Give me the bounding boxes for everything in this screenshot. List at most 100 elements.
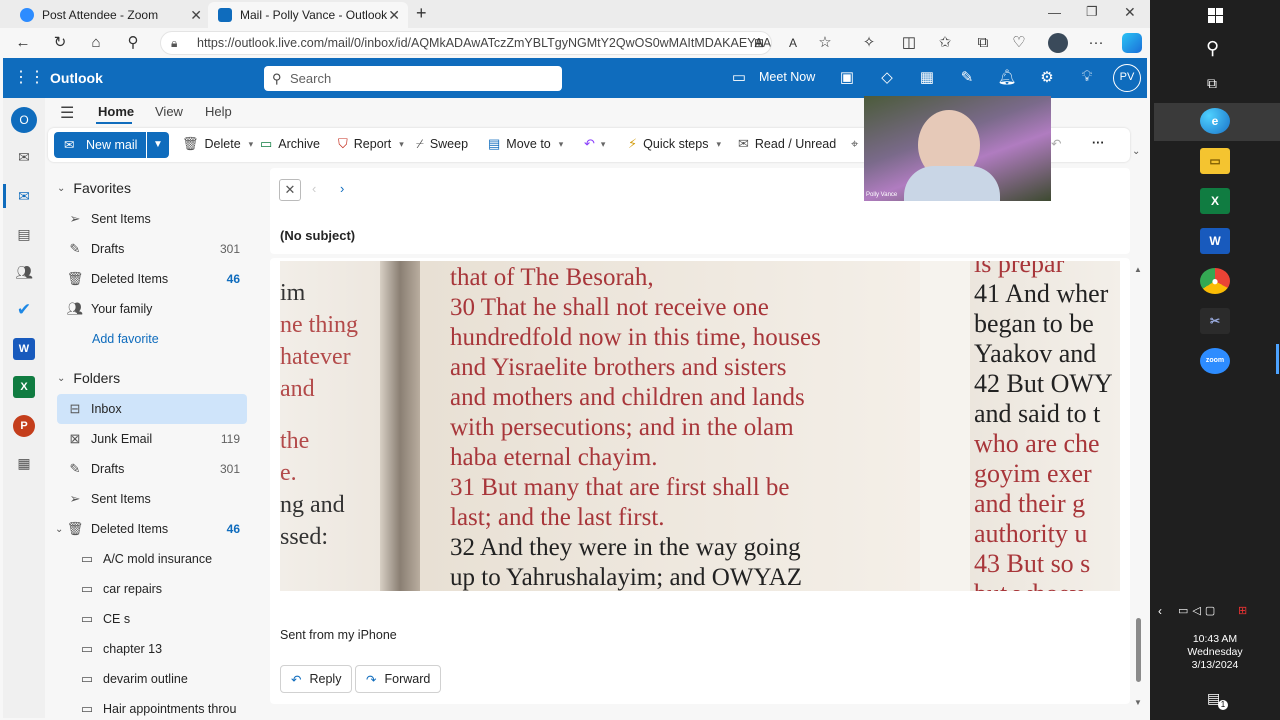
subfolder-item[interactable]: ▭ chapter 13 [77,634,246,664]
scroll-up-arrow[interactable]: ▲ [1134,265,1142,274]
ribbon-collapse-icon[interactable]: ⌄ [1132,146,1140,157]
close-window-button[interactable]: ✕ [1124,4,1136,21]
todo-check-icon[interactable]: ✔ [13,299,35,321]
tab-home[interactable]: Home [98,104,134,119]
app-available-icon[interactable]: ⊞ [748,32,770,54]
home-icon[interactable]: ⌂ [85,32,107,54]
excel-icon[interactable]: X [1200,188,1230,214]
excel-icon[interactable]: X [13,376,35,398]
folder-drafts[interactable]: ✎ Drafts 301 [65,454,246,484]
next-message-icon[interactable]: › [340,181,344,196]
add-favorite-link[interactable]: Add favorite [92,324,242,354]
folder-junk-email[interactable]: ⊠ Junk Email 119 [65,424,246,454]
minimize-button[interactable]: — [1048,5,1061,20]
premium-diamond-icon[interactable]: ◇ [877,68,897,86]
favorite-deleted-items[interactable]: 🗑︎ Deleted Items 46 [65,264,246,294]
undo-button[interactable]: ↶ [1051,136,1061,151]
search-icon[interactable]: ⚲ [1206,38,1219,59]
tag-button[interactable]: ⌖ [851,136,864,152]
folders-header[interactable]: ⌄ Folders [57,370,120,386]
favorites-icon[interactable]: ✩ [934,32,956,54]
scrollbar-thumb[interactable] [1136,618,1141,682]
quick-steps-button[interactable]: ⚡︎ Quick steps ▾ [628,136,721,152]
reply-button[interactable]: ↶ Reply [280,665,353,693]
edge-icon[interactable]: e [1200,108,1230,134]
favorite-your-family[interactable]: 👥︎ Your family [65,294,246,324]
new-outlook-icon[interactable]: ✉ [13,146,35,168]
subfolder-item[interactable]: ▭ A/C mold insurance [77,544,246,574]
more-options-button[interactable]: ··· [1092,136,1105,150]
subfolder-item[interactable]: ▭ Hair appointments throu [77,694,246,720]
outlook-logo-icon[interactable]: O [11,107,37,133]
system-tray-icons[interactable]: ▭◁▢ [1178,604,1219,617]
favorite-star-icon[interactable]: ☆ [814,32,836,54]
office-apps-icon[interactable]: ▦ [917,68,937,86]
extensions-icon[interactable]: ✧ [858,32,880,54]
app-launcher-icon[interactable]: ⋮⋮ [13,67,45,87]
previous-message-icon[interactable]: ‹ [312,181,316,196]
network-alert-icon[interactable]: ⊞ [1238,604,1247,617]
move-to-button[interactable]: ▤ Move to ▾ [488,136,563,152]
hamburger-menu-icon[interactable]: ☰ [60,103,74,123]
subfolder-item[interactable]: ▭ devarim outline [77,664,246,694]
tab-zoom[interactable]: Post Attendee - Zoom ✕ [10,2,210,28]
refresh-icon[interactable]: ↻ [49,32,71,54]
more-icon[interactable]: ··· [1085,32,1107,54]
show-hidden-icons[interactable]: ‹ [1158,604,1162,618]
folder-deleted-items[interactable]: ⌄ 🗑︎ Deleted Items 46 [55,514,246,544]
favorites-header[interactable]: ⌄ Favorites [57,180,131,196]
favorite-drafts[interactable]: ✎ Drafts 301 [65,234,246,264]
calendar-icon[interactable]: ▤ [13,223,35,245]
tips-lightbulb-icon[interactable]: 💡︎ [1077,68,1097,85]
mail-icon[interactable]: ✉ [13,185,35,207]
word-icon[interactable]: W [13,338,35,360]
teams-icon[interactable]: ▣ [837,68,857,86]
zoom-icon[interactable]: zoom [1200,348,1230,374]
task-view-icon[interactable]: ⧉ [1207,75,1217,92]
scroll-down-arrow[interactable]: ▼ [1134,698,1142,707]
search-icon[interactable]: ⚲ [122,32,144,54]
close-tab-icon[interactable]: ✕ [388,7,400,24]
split-screen-icon[interactable]: ◫ [898,32,920,54]
tab-help[interactable]: Help [205,104,232,119]
windows-start-icon[interactable] [1208,8,1224,24]
chrome-icon[interactable]: ● [1200,268,1230,294]
notifications-bell-icon[interactable]: 🔔︎ [997,68,1017,86]
profile-avatar[interactable] [1048,33,1068,53]
copilot-icon[interactable] [1122,33,1142,53]
app-name[interactable]: Outlook [50,70,103,86]
subfolder-item[interactable]: ▭ CE s [77,604,246,634]
file-explorer-icon[interactable]: ▭ [1200,148,1230,174]
folder-sent-items[interactable]: ➢ Sent Items [65,484,246,514]
subfolder-item[interactable]: ▭ car repairs [77,574,246,604]
browser-essentials-icon[interactable]: ♡ [1008,32,1030,54]
delete-button[interactable]: 🗑︎ Delete ▾ [182,136,253,152]
new-mail-dropdown[interactable]: ▼ [147,132,169,158]
report-button[interactable]: ⛉ Report ▾ [338,136,404,152]
more-apps-icon[interactable]: ▦ [13,452,35,474]
snipping-tool-icon[interactable]: ✂ [1200,308,1230,334]
sweep-button[interactable]: ⌿ Sweep [416,136,468,152]
zoom-video-overlay[interactable]: Polly Vance [864,96,1051,201]
new-mail-button[interactable]: ✉ New mail [54,132,146,158]
collections-icon[interactable]: ⧉ [972,32,994,54]
powerpoint-icon[interactable]: P [13,415,35,437]
archive-button[interactable]: ▭ Archive [260,136,320,152]
account-avatar[interactable]: PV [1113,64,1141,92]
restore-button[interactable]: ❐ [1086,4,1098,20]
people-icon[interactable]: 👥︎ [13,261,35,283]
clock[interactable]: 10:43 AM Wednesday 3/13/2024 [1150,633,1280,672]
close-tab-icon[interactable]: ✕ [190,7,202,24]
my-day-icon[interactable]: ✎ [957,68,977,86]
tab-view[interactable]: View [155,104,183,119]
back-icon[interactable]: ← [12,32,34,54]
read-aloud-icon[interactable]: A [782,32,804,54]
search-input[interactable]: ⚲ Search [264,66,562,91]
favorite-sent-items[interactable]: ➢ Sent Items [65,204,246,234]
new-tab-button[interactable]: + [416,3,427,24]
close-message-button[interactable]: ✕ [279,179,301,201]
word-icon[interactable]: W [1200,228,1230,254]
url-field[interactable]: 🔒︎ https://outlook.live.com/mail/0/inbox… [160,31,772,55]
reply-all-button[interactable]: ↶ ▾ [584,136,605,152]
forward-button[interactable]: ↷ Forward [355,665,442,693]
